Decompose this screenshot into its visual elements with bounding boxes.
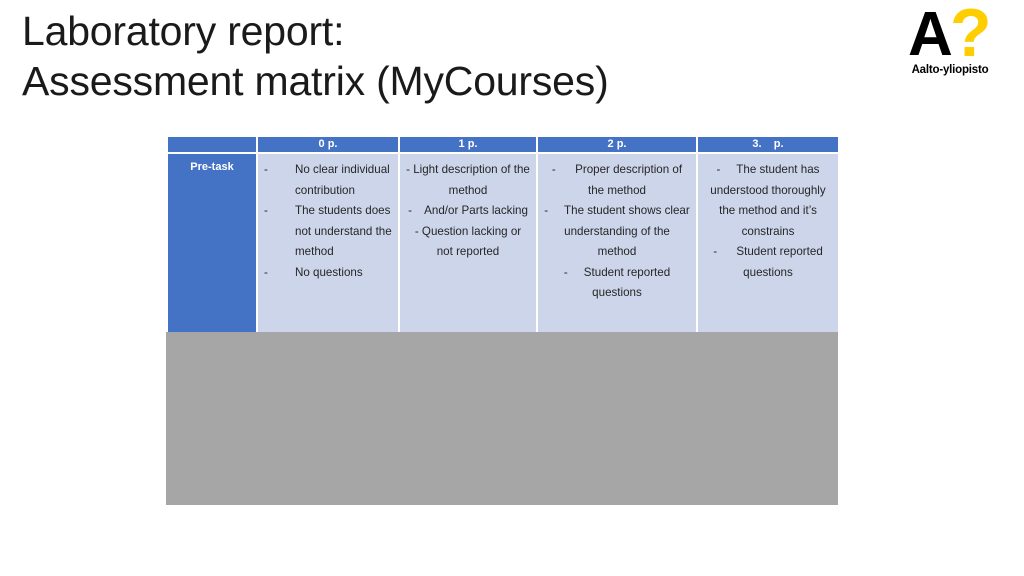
matrix-body: Pre-task - No clear individual contributi…: [168, 154, 838, 341]
page-title: Laboratory report: Assessment matrix (My…: [22, 6, 862, 106]
assessment-matrix-table: 0 p. 1 p. 2 p. 3. p. Pre-task - No clear …: [166, 135, 840, 343]
list-item: - No clear individual contribution: [264, 160, 392, 201]
criteria-text: Student reported questions: [583, 265, 671, 300]
bullet-dash-icon: -: [264, 204, 268, 217]
list-item: - Light description of the method: [406, 160, 530, 201]
bullet-dash-icon: -: [264, 265, 268, 279]
criteria-text: Proper description of the method: [575, 163, 683, 197]
list-item: - Student reported questions: [704, 242, 832, 283]
criteria-text: Student reported questions: [736, 245, 823, 279]
list-item: - The student shows clear understanding …: [544, 201, 690, 263]
logo-question-mark-icon: ?: [950, 0, 992, 71]
bullet-dash-icon: -: [544, 204, 565, 217]
column-header-2p: 2 p.: [538, 137, 696, 152]
list-item: - The student has understood thoroughly …: [704, 160, 832, 242]
gray-placeholder-block: [166, 332, 838, 505]
bullet-dash-icon: -: [716, 163, 737, 176]
criteria-cell-pre-task-2p: - Proper description of the method - The…: [538, 154, 696, 341]
matrix-corner-cell: [168, 137, 256, 152]
bullet-dash-icon: -: [551, 163, 576, 176]
bullet-dash-icon: -: [408, 204, 425, 217]
bullet-dash-icon: -: [414, 224, 422, 238]
criteria-text: No questions: [295, 265, 363, 279]
list-item: - Proper description of the method: [544, 160, 690, 201]
criteria-text: No clear individual contribution: [295, 163, 390, 197]
matrix-header: 0 p. 1 p. 2 p. 3. p.: [168, 137, 838, 152]
criteria-list: - Light description of the method - And/…: [406, 160, 530, 263]
list-item: - And/or Parts lacking: [406, 201, 530, 222]
criteria-list: - Proper description of the method - The…: [544, 160, 690, 304]
criteria-cell-pre-task-1p: - Light description of the method - And/…: [400, 154, 536, 341]
criteria-list: - The student has understood thoroughly …: [704, 160, 832, 283]
row-header-pre-task: Pre-task: [168, 154, 256, 341]
table-row: Pre-task - No clear individual contributi…: [168, 154, 838, 341]
criteria-cell-pre-task-3p: - The student has understood thoroughly …: [698, 154, 838, 341]
bullet-dash-icon: -: [264, 163, 268, 176]
table-header-row: 0 p. 1 p. 2 p. 3. p.: [168, 137, 838, 152]
bullet-dash-icon: -: [563, 265, 584, 279]
criteria-text: The students does not understand the met…: [295, 204, 392, 258]
list-item: - The students does not understand the me…: [264, 201, 392, 263]
aalto-logo-mark: A ?: [890, 0, 1010, 67]
criteria-list: - No clear individual contribution - The s…: [264, 160, 392, 283]
criteria-text: The student shows clear understanding of…: [564, 204, 690, 258]
column-header-3p: 3. p.: [698, 137, 838, 152]
criteria-cell-pre-task-0p: - No clear individual contribution - The s…: [258, 154, 398, 341]
page-title-line-1: Laboratory report:: [22, 8, 345, 54]
criteria-text: Light description of the method: [413, 163, 530, 197]
aalto-university-logo: A ? Aalto-yliopisto: [890, 0, 1010, 86]
criteria-text: Question lacking or not reported: [421, 224, 522, 259]
list-item: - No questions: [264, 263, 392, 284]
column-header-1p: 1 p.: [400, 137, 536, 152]
column-header-0p: 0 p.: [258, 137, 398, 152]
page-title-line-2: Assessment matrix (MyCourses): [22, 58, 609, 104]
criteria-text: And/or Parts lacking: [424, 204, 528, 217]
bullet-dash-icon: -: [713, 245, 737, 258]
logo-letter-a-icon: A: [908, 0, 953, 69]
list-item: - Question lacking or not reported: [406, 222, 530, 263]
logo-wordmark: Aalto-yliopisto: [911, 64, 989, 76]
list-item: - Student reported questions: [544, 263, 690, 304]
